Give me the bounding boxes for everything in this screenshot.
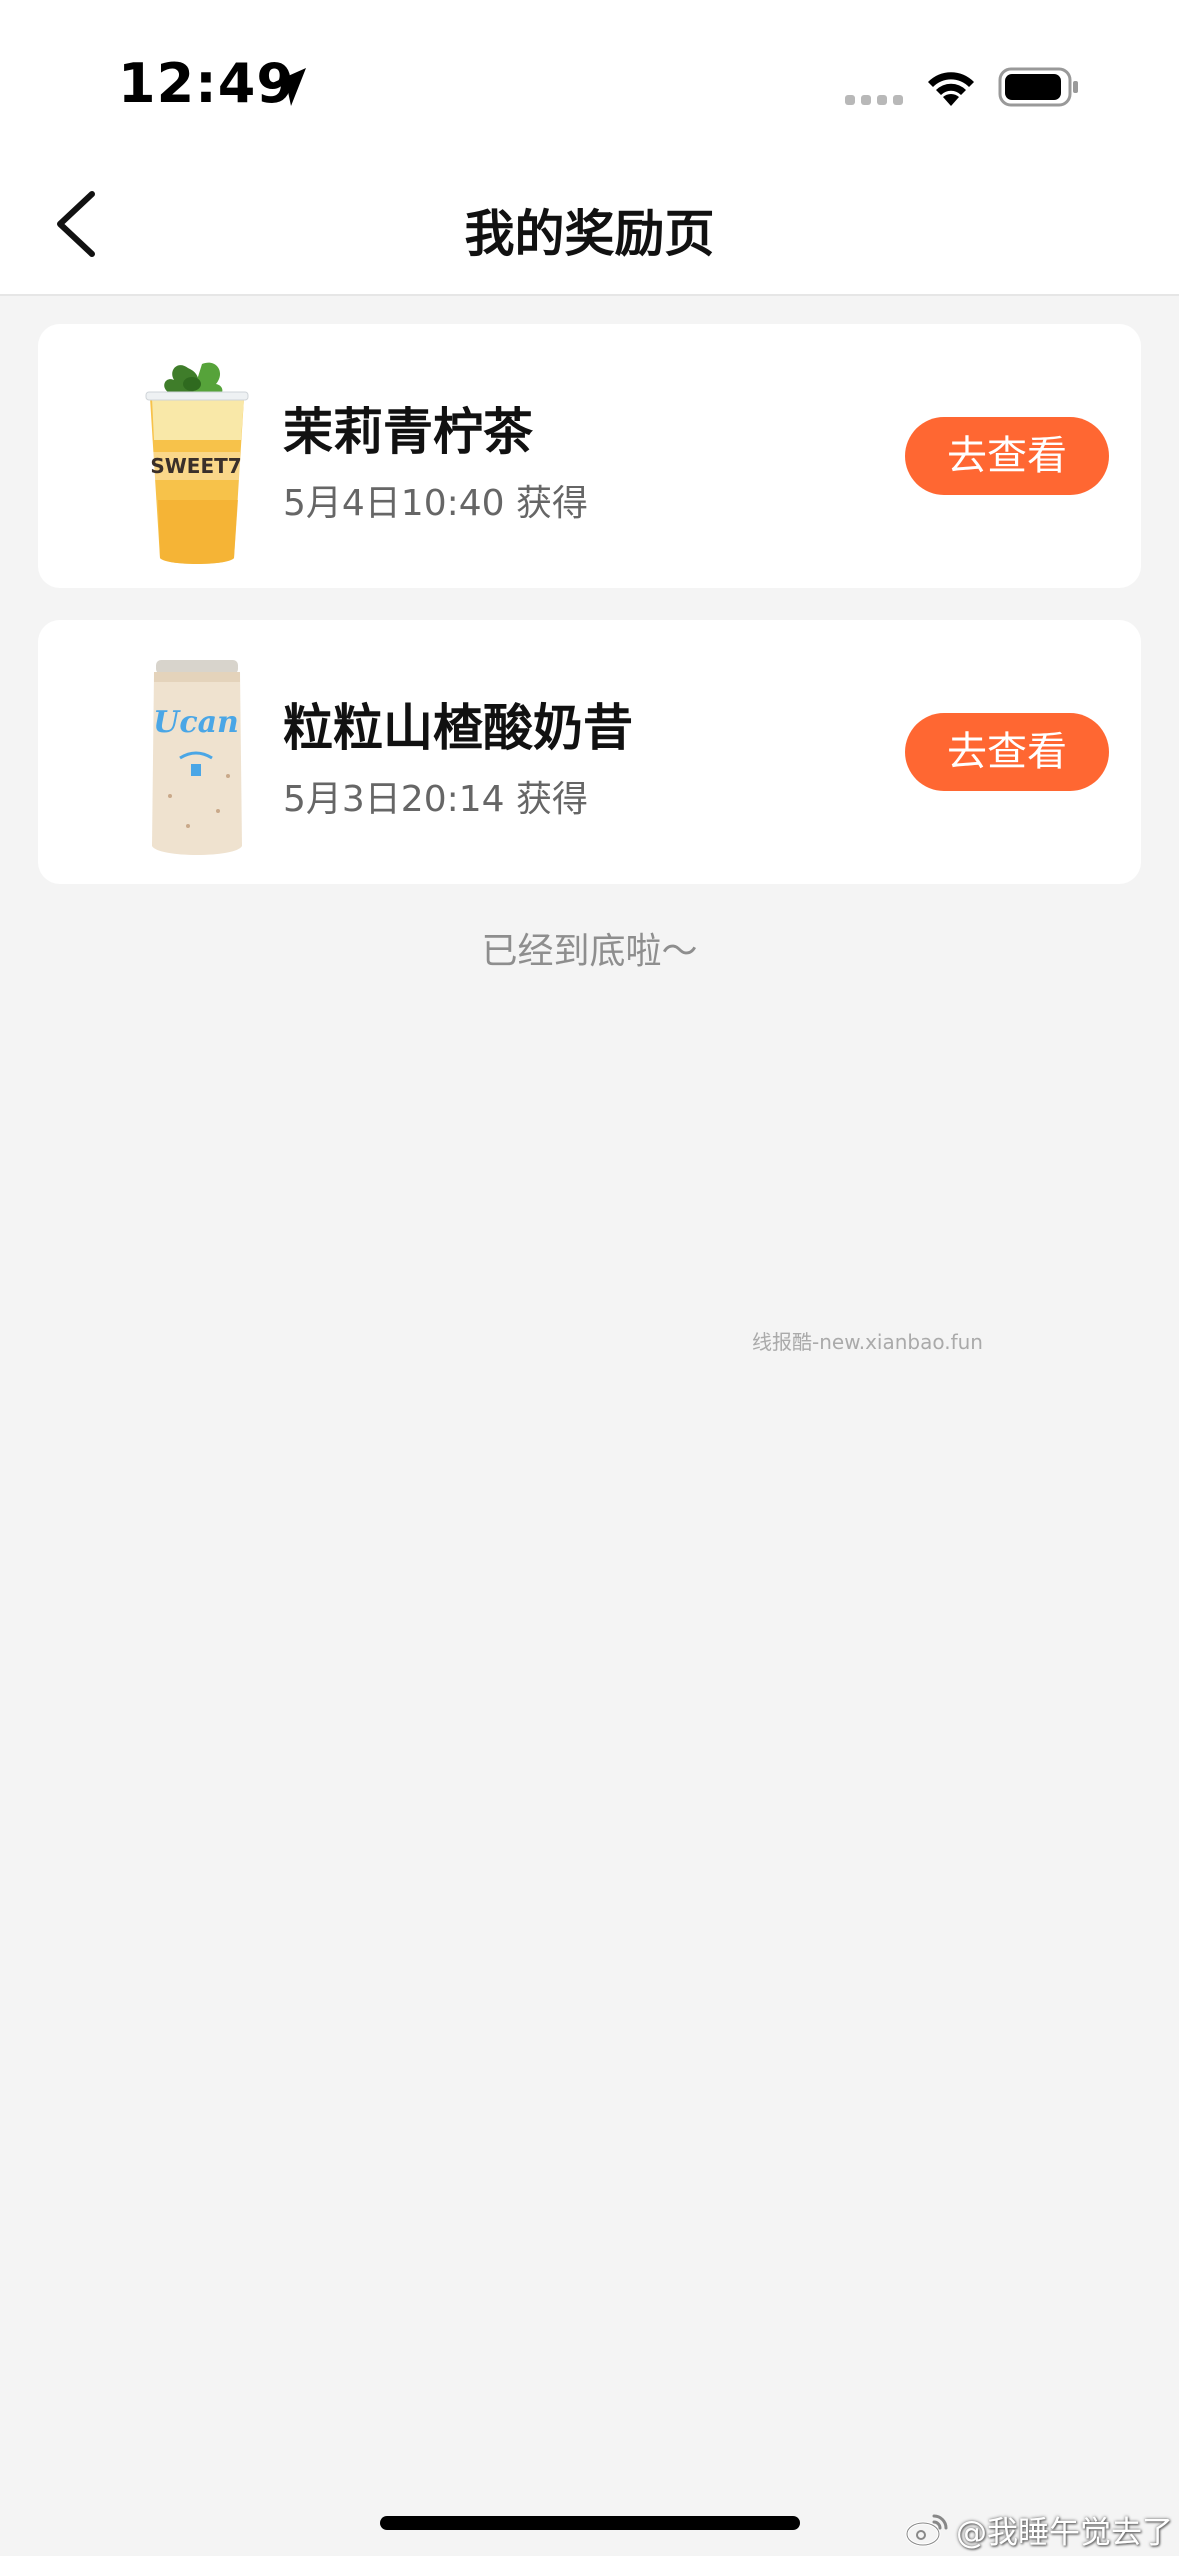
nav-bar: 我的奖励页 [0, 150, 1179, 296]
reward-time: 5月3日20:14 获得 [283, 779, 588, 820]
view-button[interactable]: 去查看 [905, 713, 1109, 791]
home-indicator[interactable] [380, 2516, 800, 2530]
reward-name: 粒粒山楂酸奶昔 [283, 699, 633, 757]
weibo-icon [905, 2514, 948, 2547]
svg-text:Ucan: Ucan [153, 705, 239, 740]
page-title: 我的奖励页 [464, 205, 715, 263]
battery-icon [998, 67, 1078, 107]
view-button[interactable]: 去查看 [905, 417, 1109, 495]
signal-dots-icon [845, 95, 903, 105]
end-of-list-text: 已经到底啦～ [481, 931, 698, 972]
weibo-credit-text: @我睡午觉去了 [956, 2514, 1173, 2551]
reward-time: 5月4日10:40 获得 [283, 483, 588, 524]
reward-card: Ucan 粒粒山楂酸奶昔 5月3日20:14 获得 去查看 [38, 620, 1141, 884]
wifi-icon [928, 72, 974, 106]
svg-text:SWEET7: SWEET7 [150, 454, 241, 478]
reward-name: 茉莉青柠茶 [283, 403, 533, 461]
status-bar: 12:49 [0, 0, 1179, 150]
watermark-text: 线报酷-new.xianbao.fun [752, 1330, 983, 1354]
reward-card: SWEET7 茉莉青柠茶 5月4日10:40 获得 去查看 [38, 324, 1141, 588]
weibo-watermark: @我睡午觉去了 [904, 2504, 1173, 2554]
location-arrow-icon [270, 68, 306, 106]
